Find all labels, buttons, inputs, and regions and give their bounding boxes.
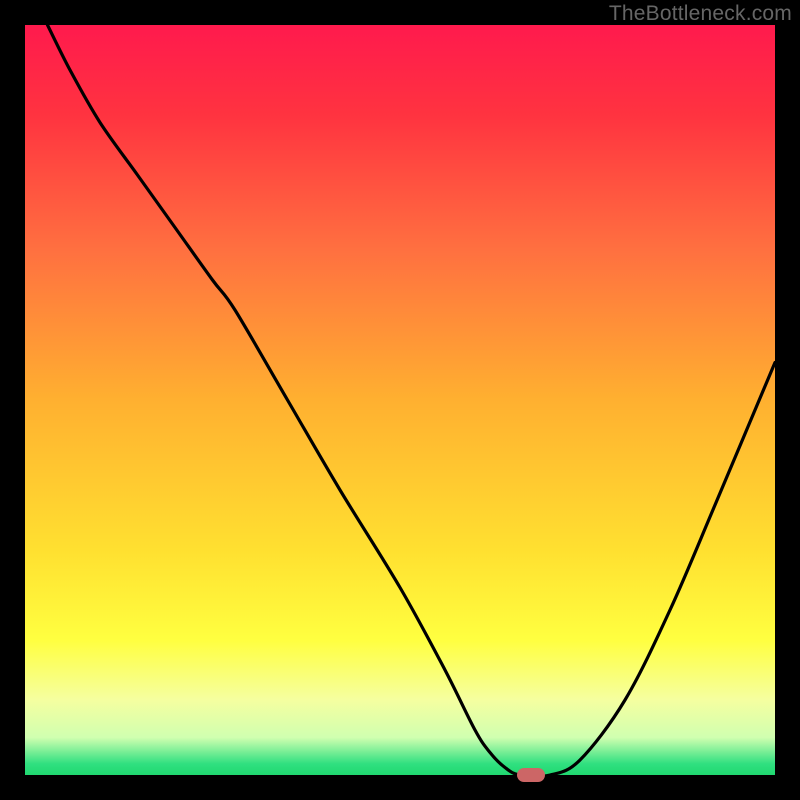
watermark-label: TheBottleneck.com	[609, 2, 792, 26]
gradient-plot-area	[25, 25, 775, 775]
chart-frame: TheBottleneck.com	[0, 0, 800, 800]
optimal-marker	[517, 768, 545, 782]
bottleneck-chart	[25, 25, 775, 775]
